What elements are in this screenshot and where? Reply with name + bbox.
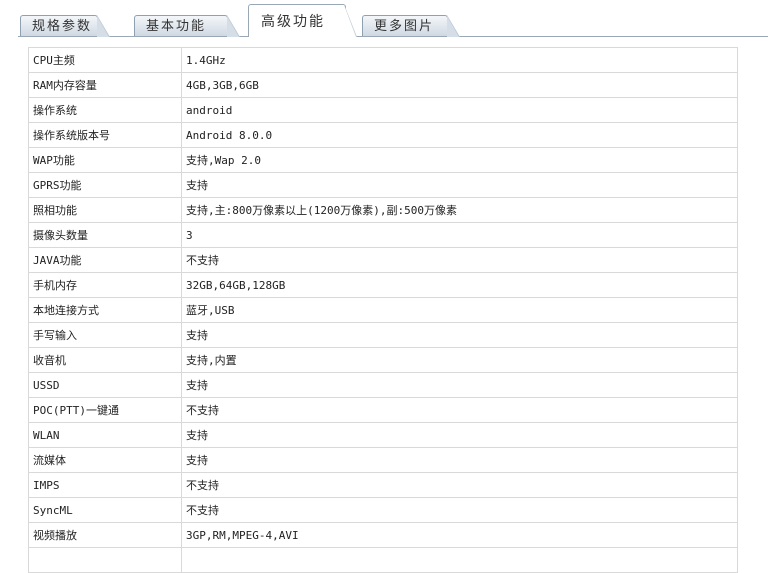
table-row: RAM内存容量 4GB,3GB,6GB	[28, 72, 738, 98]
spec-value: 4GB,3GB,6GB	[181, 72, 738, 98]
spec-key: 操作系统	[28, 97, 182, 123]
table-row: POC(PTT)一键通 不支持	[28, 397, 738, 423]
spec-value: 不支持	[181, 397, 738, 423]
spec-key: IMPS	[28, 472, 182, 498]
table-row: 照相功能 支持,主:800万像素以上(1200万像素),副:500万像素	[28, 197, 738, 223]
spec-value	[181, 547, 738, 573]
spec-value: 支持	[181, 422, 738, 448]
tab-basic-features[interactable]: 基本功能	[134, 15, 240, 37]
spec-key: GPRS功能	[28, 172, 182, 198]
tab-specs[interactable]: 规格参数	[20, 15, 110, 37]
table-row: WAP功能 支持,Wap 2.0	[28, 147, 738, 173]
table-row: SyncML 不支持	[28, 497, 738, 523]
table-row: 手机内存 32GB,64GB,128GB	[28, 272, 738, 298]
spec-key: 照相功能	[28, 197, 182, 223]
table-row: 摄像头数量 3	[28, 222, 738, 248]
spec-key: 手机内存	[28, 272, 182, 298]
spec-key: WLAN	[28, 422, 182, 448]
table-row: 流媒体 支持	[28, 447, 738, 473]
spec-key: 本地连接方式	[28, 297, 182, 323]
tab-label: 高级功能	[261, 14, 325, 30]
tab-advanced-features[interactable]: 高级功能	[248, 4, 357, 37]
table-row: USSD 支持	[28, 372, 738, 398]
spec-value: 蓝牙,USB	[181, 297, 738, 323]
table-row: 视频播放 3GP,RM,MPEG-4,AVI	[28, 522, 738, 548]
tab-label: 更多图片	[374, 19, 435, 34]
spec-table-body: CPU主频 1.4GHz RAM内存容量 4GB,3GB,6GB 操作系统 android…	[28, 47, 738, 573]
spec-value: 支持,主:800万像素以上(1200万像素),副:500万像素	[181, 197, 738, 223]
table-row: 本地连接方式 蓝牙,USB	[28, 297, 738, 323]
spec-key: POC(PTT)一键通	[28, 397, 182, 423]
table-row: 收音机 支持,内置	[28, 347, 738, 373]
tab-label: 基本功能	[146, 19, 207, 34]
table-row: WLAN 支持	[28, 422, 738, 448]
spec-value: 不支持	[181, 497, 738, 523]
table-row	[28, 547, 738, 573]
table-row: 操作系统版本号 Android 8.0.0	[28, 122, 738, 148]
table-row: 操作系统 android	[28, 97, 738, 123]
spec-value: 支持	[181, 172, 738, 198]
table-row: GPRS功能 支持	[28, 172, 738, 198]
spec-key: USSD	[28, 372, 182, 398]
spec-key: CPU主频	[28, 47, 182, 73]
spec-key: 手写输入	[28, 322, 182, 348]
spec-value: 支持,内置	[181, 347, 738, 373]
table-row: 手写输入 支持	[28, 322, 738, 348]
table-row: JAVA功能 不支持	[28, 247, 738, 273]
spec-value: 32GB,64GB,128GB	[181, 272, 738, 298]
spec-key: WAP功能	[28, 147, 182, 173]
spec-value: 不支持	[181, 247, 738, 273]
tab-bar: 规格参数 基本功能 更多图片 高级功能	[0, 0, 778, 38]
spec-key: 摄像头数量	[28, 222, 182, 248]
spec-key: 视频播放	[28, 522, 182, 548]
spec-value: 支持	[181, 322, 738, 348]
table-row: CPU主频 1.4GHz	[28, 47, 738, 73]
spec-value: android	[181, 97, 738, 123]
spec-key: SyncML	[28, 497, 182, 523]
spec-value: 3	[181, 222, 738, 248]
spec-value: 3GP,RM,MPEG-4,AVI	[181, 522, 738, 548]
tab-more-images[interactable]: 更多图片	[362, 15, 460, 37]
spec-value: 支持	[181, 447, 738, 473]
spec-key: 收音机	[28, 347, 182, 373]
spec-key: RAM内存容量	[28, 72, 182, 98]
spec-value: 不支持	[181, 472, 738, 498]
spec-table: CPU主频 1.4GHz RAM内存容量 4GB,3GB,6GB 操作系统 android…	[28, 47, 738, 573]
tab-label: 规格参数	[32, 19, 93, 34]
spec-value: 支持,Wap 2.0	[181, 147, 738, 173]
spec-value: Android 8.0.0	[181, 122, 738, 148]
spec-key	[28, 547, 182, 573]
spec-value: 支持	[181, 372, 738, 398]
spec-key: 流媒体	[28, 447, 182, 473]
table-row: IMPS 不支持	[28, 472, 738, 498]
spec-value: 1.4GHz	[181, 47, 738, 73]
spec-key: 操作系统版本号	[28, 122, 182, 148]
spec-key: JAVA功能	[28, 247, 182, 273]
